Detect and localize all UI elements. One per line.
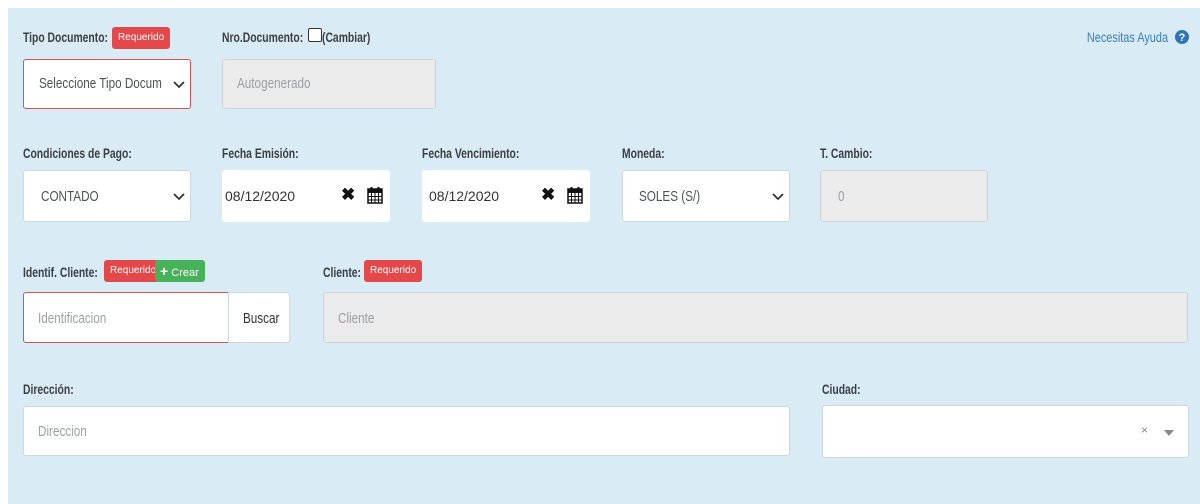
cliente-input[interactable]: Cliente: [323, 292, 1188, 343]
moneda-select[interactable]: SOLES (S/): [622, 170, 790, 222]
nro-documento-input[interactable]: Autogenerado: [222, 59, 436, 109]
tipo-cambio-value: 0: [838, 188, 845, 205]
fecha-vencimiento-value: 08/12/2020: [429, 188, 500, 204]
cliente-required-badge: Requerido: [364, 260, 423, 282]
direccion-input[interactable]: Direccion: [23, 406, 790, 456]
fecha-emision-input[interactable]: 08/12/2020 ✖: [222, 170, 390, 222]
ciudad-label: Ciudad:: [822, 381, 861, 397]
direccion-label: Dirección:: [23, 381, 74, 397]
clear-selection-icon[interactable]: ×: [1141, 423, 1148, 437]
clear-date-icon[interactable]: ✖: [341, 185, 355, 205]
moneda-label: Moneda:: [622, 145, 665, 161]
tipo-documento-select[interactable]: Seleccione Tipo Docum: [23, 59, 191, 109]
identif-cliente-required-badge: Requerido: [104, 260, 163, 282]
fecha-vencimiento-label: Fecha Vencimiento:: [422, 145, 520, 161]
tipo-cambio-label: T. Cambio:: [820, 145, 873, 161]
condiciones-pago-label: Condiciones de Pago:: [23, 145, 132, 161]
identif-cliente-label: Identif. Cliente:: [23, 264, 98, 280]
buscar-button[interactable]: Buscar: [228, 292, 290, 343]
tipo-cambio-input[interactable]: 0: [820, 170, 988, 222]
condiciones-pago-value: CONTADO: [41, 188, 99, 205]
cliente-placeholder: Cliente: [338, 310, 375, 327]
direccion-placeholder: Direccion: [38, 423, 87, 440]
moneda-value: SOLES (S/): [639, 188, 701, 205]
plus-icon: +: [160, 263, 169, 279]
fecha-emision-label: Fecha Emisión:: [222, 145, 299, 161]
ciudad-select[interactable]: ×: [822, 405, 1189, 458]
chevron-down-icon: [173, 81, 185, 89]
cambiar-label[interactable]: (Cambiar): [322, 28, 370, 46]
calendar-icon[interactable]: [367, 186, 383, 204]
question-circle-icon[interactable]: ?: [1175, 30, 1189, 44]
create-client-button[interactable]: + Crear: [155, 260, 205, 282]
create-client-label: Crear: [171, 267, 199, 279]
fecha-vencimiento-input[interactable]: 08/12/2020 ✖: [422, 170, 590, 222]
buscar-button-label: Buscar: [243, 310, 280, 327]
svg-text:?: ?: [1179, 32, 1186, 44]
fecha-emision-value: 08/12/2020: [225, 188, 296, 204]
identificacion-placeholder: Identificacion: [38, 310, 107, 327]
help-link[interactable]: Necesitas Ayuda: [1087, 29, 1168, 45]
tipo-documento-value: Seleccione Tipo Docum: [39, 75, 162, 92]
nro-documento-label: Nro.Documento:: [222, 29, 304, 45]
nro-documento-value: Autogenerado: [237, 75, 311, 92]
identificacion-input[interactable]: Identificacion: [23, 292, 230, 343]
cambiar-checkbox[interactable]: [308, 28, 322, 42]
cliente-label: Cliente:: [323, 264, 361, 280]
calendar-icon[interactable]: [567, 186, 583, 204]
tipo-documento-label: Tipo Documento:: [23, 29, 108, 45]
condiciones-pago-select[interactable]: CONTADO: [23, 170, 191, 222]
tipo-documento-required-badge: Requerido: [112, 27, 171, 49]
chevron-down-icon: [772, 193, 784, 201]
caret-down-icon: [1164, 430, 1174, 436]
chevron-down-icon: [173, 193, 185, 201]
clear-date-icon[interactable]: ✖: [541, 185, 555, 205]
